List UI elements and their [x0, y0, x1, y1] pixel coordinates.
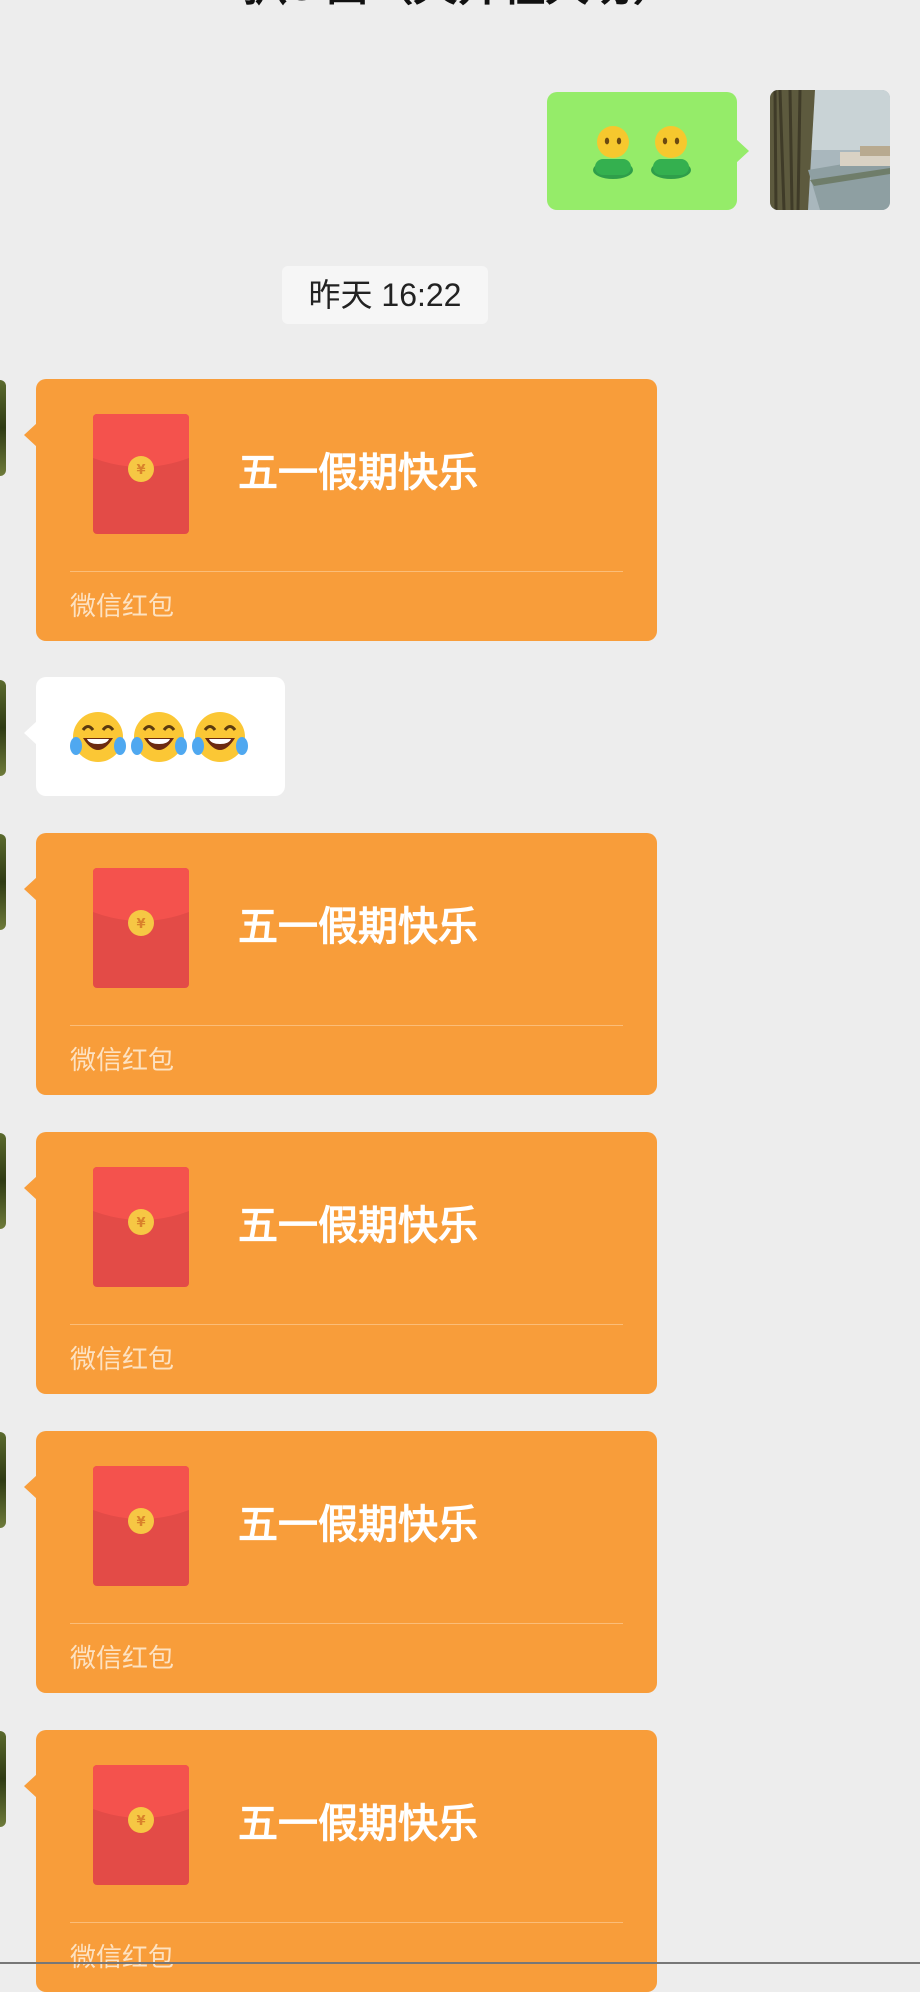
svg-text:¥: ¥ — [136, 463, 145, 478]
contact-avatar[interactable] — [0, 834, 6, 930]
message-timestamp: 昨天 16:22 — [282, 266, 488, 324]
red-packet-label: 微信红包 — [70, 1943, 175, 1973]
chat-title: 扒&酉（天井粗大坊） — [0, 0, 920, 16]
red-envelope-icon: ¥ — [93, 1466, 189, 1586]
red-envelope-icon: ¥ — [93, 1167, 189, 1287]
laugh-cry-emoji-icon — [70, 711, 126, 762]
divider — [70, 1324, 623, 1325]
divider — [70, 1025, 623, 1026]
red-packet-message[interactable]: ¥ 五一假期快乐 微信红包 — [24, 379, 657, 641]
person-emoji-icon — [651, 126, 691, 179]
red-packet-title: 五一假期快乐 — [238, 1502, 478, 1548]
river-photo-avatar — [770, 90, 890, 210]
red-envelope-icon: ¥ — [93, 414, 189, 534]
laugh-cry-emoji-icon — [131, 711, 187, 762]
red-packet-title: 五一假期快乐 — [238, 904, 478, 950]
red-packet-message[interactable]: ¥ 五一假期快乐 微信红包 — [24, 1431, 657, 1693]
svg-text:¥: ¥ — [136, 1216, 145, 1231]
svg-text:¥: ¥ — [136, 1515, 145, 1530]
contact-avatar[interactable] — [0, 380, 6, 476]
red-packet-title: 五一假期快乐 — [238, 450, 478, 496]
red-packet-title: 五一假期快乐 — [238, 1203, 478, 1249]
red-packet-message[interactable]: ¥ 五一假期快乐 微信红包 — [24, 1730, 657, 1992]
laugh-emoji-message[interactable] — [24, 677, 285, 796]
red-packet-message[interactable]: ¥ 五一假期快乐 微信红包 — [24, 833, 657, 1095]
red-packet-label: 微信红包 — [70, 1345, 175, 1375]
divider — [70, 571, 623, 572]
red-envelope-icon: ¥ — [93, 868, 189, 988]
contact-avatar[interactable] — [0, 1133, 6, 1229]
red-packet-label: 微信红包 — [70, 592, 175, 622]
red-envelope-icon: ¥ — [93, 1765, 189, 1885]
red-packet-label: 微信红包 — [70, 1046, 175, 1076]
outgoing-emoji-message[interactable] — [547, 92, 749, 210]
contact-avatar[interactable] — [0, 680, 6, 776]
contact-avatar[interactable] — [0, 1731, 6, 1827]
my-avatar[interactable] — [770, 90, 890, 210]
red-packet-title: 五一假期快乐 — [238, 1801, 478, 1847]
divider — [70, 1922, 623, 1923]
input-bar-top-border — [0, 1962, 920, 1964]
svg-text:¥: ¥ — [136, 917, 145, 932]
divider — [70, 1623, 623, 1624]
contact-avatar[interactable] — [0, 1432, 6, 1528]
red-packet-label: 微信红包 — [70, 1644, 175, 1674]
red-packet-message[interactable]: ¥ 五一假期快乐 微信红包 — [24, 1132, 657, 1394]
laugh-cry-emoji-icon — [192, 711, 248, 762]
svg-text:¥: ¥ — [136, 1814, 145, 1829]
person-emoji-icon — [593, 126, 633, 179]
